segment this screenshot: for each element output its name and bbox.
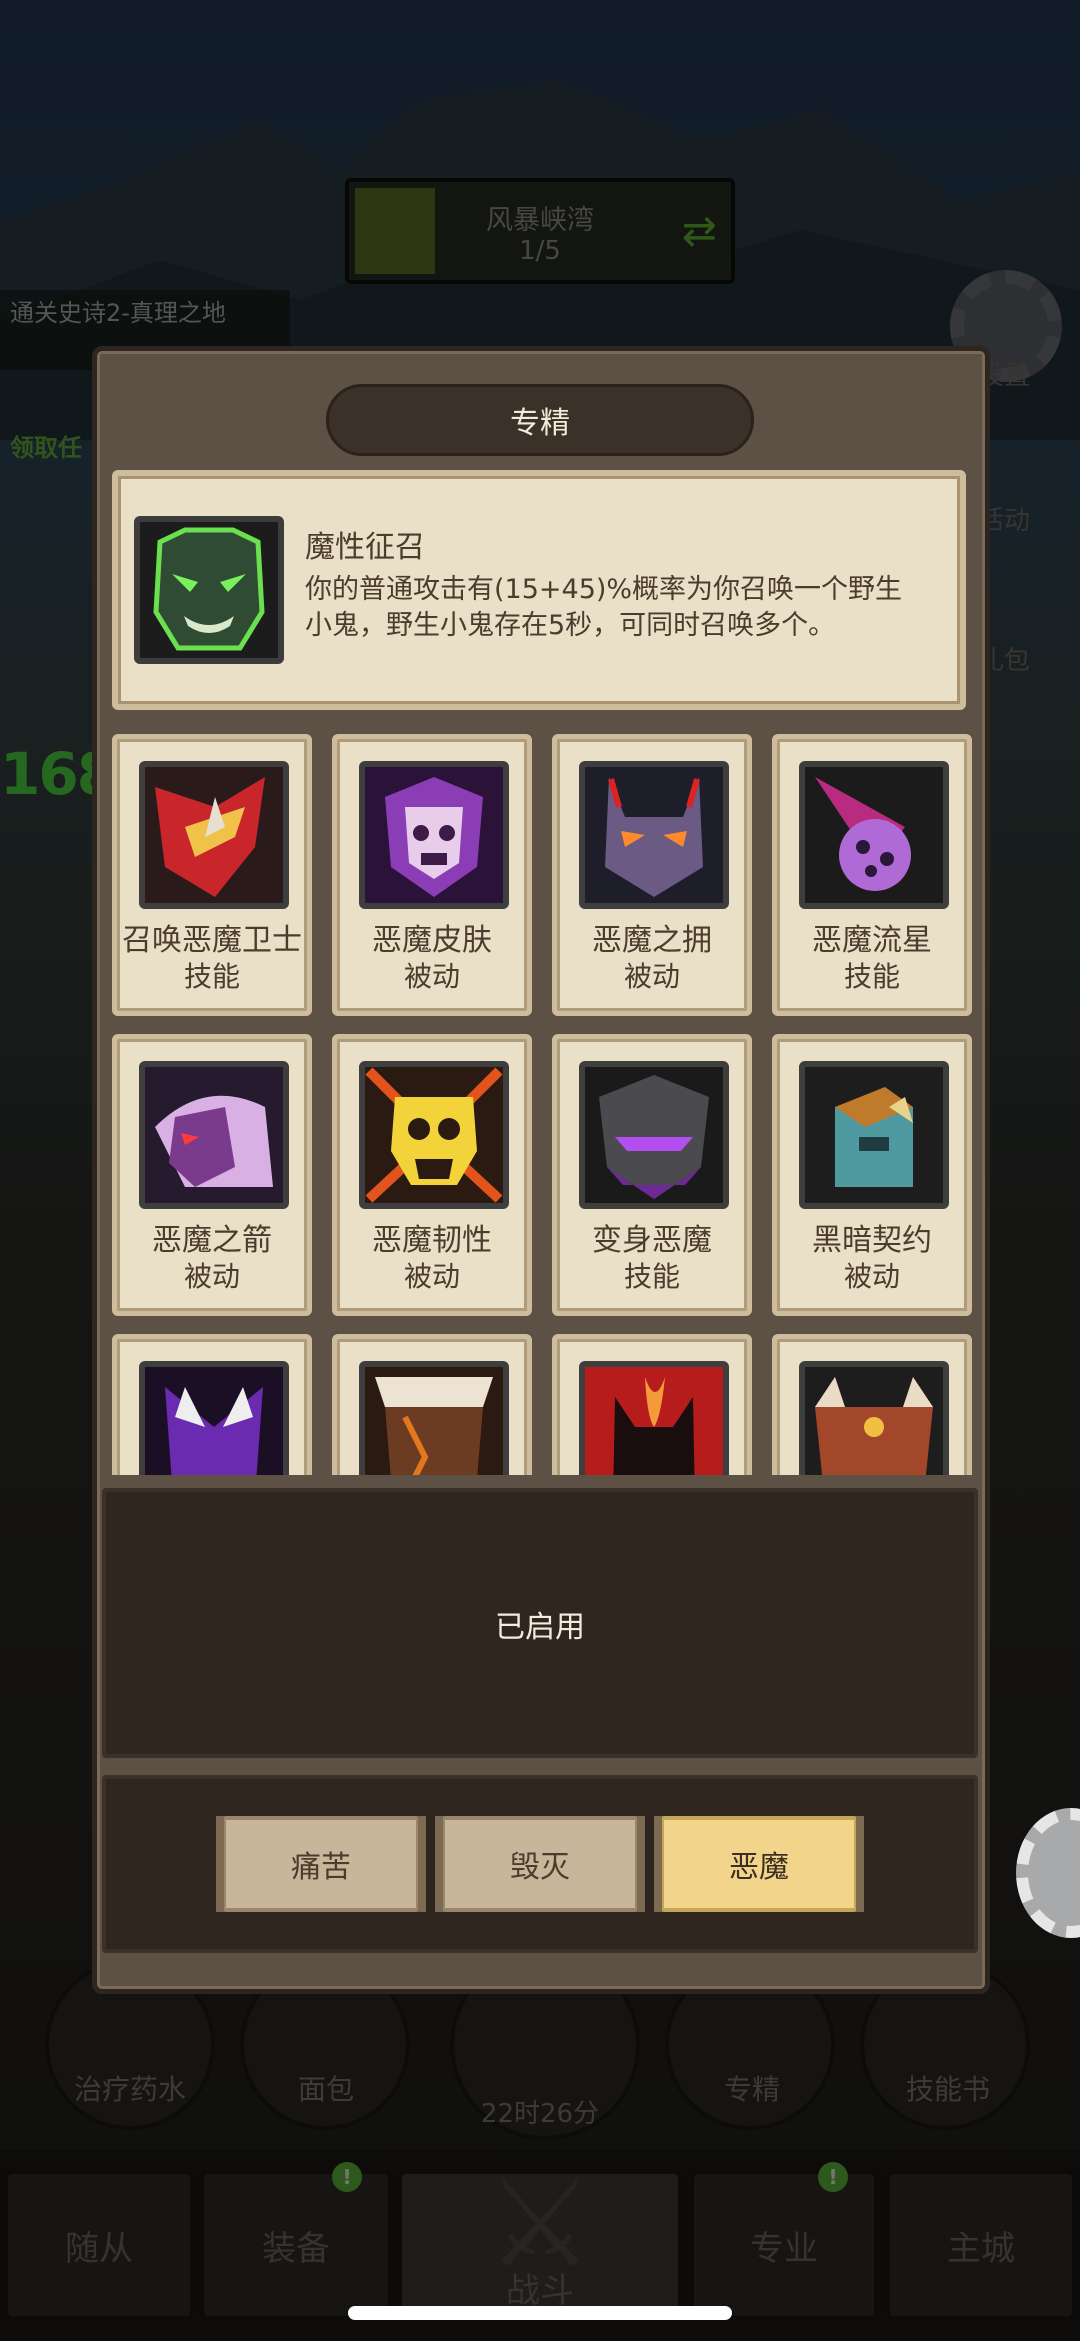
demon-embrace-icon [579,761,729,909]
talent-name: 恶魔之拥 [592,923,712,958]
tree-destruction-button[interactable]: 毁灭 [435,1816,645,1912]
demon-guard-icon [139,761,289,909]
talent-card[interactable]: 召唤恶魔卫士 技能 [112,734,312,1016]
masked-demon-icon [799,1361,949,1475]
talent-name: 恶魔韧性 [372,1223,492,1258]
selected-talent-description: 你的普通攻击有(15+45)%概率为你召唤一个野生小鬼，野生小鬼存在5秒，可同时… [305,574,903,641]
talent-type: 被动 [623,960,680,993]
fire-demon-icon [579,1361,729,1475]
talent-type: 技能 [843,960,900,993]
tree-affliction-button[interactable]: 痛苦 [216,1816,426,1912]
talent-name: 恶魔之箭 [152,1223,272,1258]
talent-type: 技能 [183,960,240,993]
talent-card[interactable]: 恶魔皮肤 被动 [332,734,532,1016]
demon-skin-icon [359,761,509,909]
talent-card[interactable]: 恶魔之箭 被动 [112,1034,312,1316]
talent-grid[interactable]: 召唤恶魔卫士 技能 恶魔皮肤 被动 恶魔之拥 被动 恶魔流星 技能 恶魔之箭 被… [108,730,974,1475]
demon-transform-icon [579,1061,729,1209]
talent-card[interactable]: 黑暗契约 被动 [772,1034,972,1316]
talent-card[interactable]: 恶魔之拥 被动 [552,734,752,1016]
talent-type: 被动 [403,960,460,993]
status-box: 已启用 [102,1488,978,1758]
talent-card[interactable] [552,1334,752,1475]
talent-type: 被动 [183,1260,240,1293]
demonic-summon-icon [134,516,284,664]
talent-name: 恶魔流星 [812,923,932,958]
talent-card[interactable]: 变身恶魔 技能 [552,1034,752,1316]
talent-name: 恶魔皮肤 [372,923,492,958]
talent-card[interactable] [772,1334,972,1475]
selected-talent-name: 魔性征召 [305,530,425,565]
purple-demon-icon [139,1361,289,1475]
demon-meteor-icon [799,761,949,909]
talent-card[interactable] [332,1334,532,1475]
dark-pact-icon [799,1061,949,1209]
enabled-status: 已启用 [495,1610,585,1645]
talent-name: 变身恶魔 [592,1223,712,1258]
talent-name: 召唤恶魔卫士 [122,923,302,958]
talent-name: 黑暗契约 [812,1223,932,1258]
talent-type: 技能 [623,1260,680,1293]
talent-type: 被动 [843,1260,900,1293]
talent-card[interactable]: 恶魔流星 技能 [772,734,972,1016]
talent-card[interactable]: 恶魔韧性 被动 [332,1034,532,1316]
home-indicator[interactable] [348,2306,732,2320]
demon-arrow-icon [139,1061,289,1209]
tree-demonology-button[interactable]: 恶魔 [654,1816,864,1912]
demon-toughness-icon [359,1061,509,1209]
panel-title: 专精 [326,384,754,456]
talent-type: 被动 [403,1260,460,1293]
horn-demon-icon [359,1361,509,1475]
talent-card[interactable] [112,1334,312,1475]
